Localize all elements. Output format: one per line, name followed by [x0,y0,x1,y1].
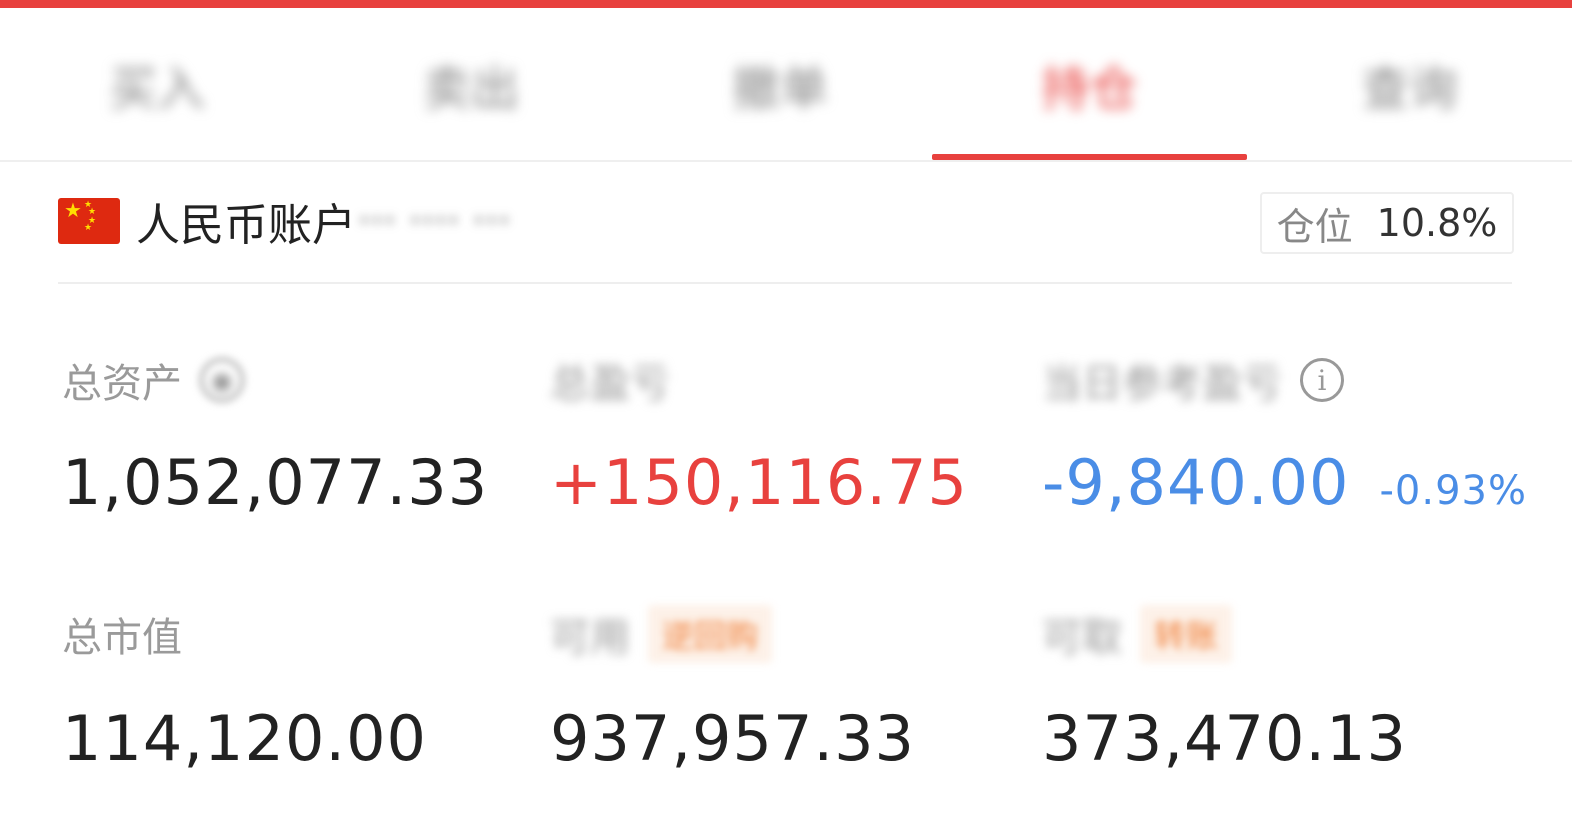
position-ratio-badge: 仓位 10.8% [1260,192,1514,254]
tab-holdings[interactable]: 持仓 [932,8,1247,160]
withdrawable-label: 可取 [1042,615,1122,661]
tab-query[interactable]: 查询 [1247,8,1572,160]
tab-cancel-label: 撤单 [731,61,828,117]
tab-sell-label: 卖出 [422,61,519,117]
china-flag-icon: ★ ★ ★ ★ ★ [58,198,120,244]
total-assets-value: 1,052,077.33 [62,446,489,519]
reverse-repo-tag[interactable]: 逆回购 [648,605,773,663]
stat-total-assets: 总资产 ◉ 1,052,077.33 [62,352,488,519]
total-pnl-value: +150,116.75 [550,446,968,519]
info-icon[interactable]: i [1300,358,1344,402]
withdrawable-value: 373,470.13 [1042,702,1407,775]
account-name: 人民币账户 [136,200,356,251]
stat-total-pnl: 总盈亏 +150,116.75 [550,352,968,519]
tab-cancel[interactable]: 撤单 [628,8,932,160]
account-row[interactable]: ★ ★ ★ ★ ★ 人民币账户 ··· ···· ··· 仓位 10.8% [58,162,1514,284]
tab-holdings-label: 持仓 [1041,61,1138,117]
stat-withdrawable: 可取 转账 373,470.13 [1042,605,1407,775]
tab-buy-label: 买入 [108,61,205,117]
trade-tabs: 买入 卖出 撤单 持仓 查询 [0,8,1572,162]
transfer-tag[interactable]: 转账 [1140,605,1233,663]
tab-query-label: 查询 [1361,61,1458,117]
total-pnl-label: 总盈亏 [550,361,670,407]
available-value: 937,957.33 [550,702,915,775]
position-label: 仓位 [1276,204,1353,249]
tab-sell[interactable]: 卖出 [314,8,628,160]
eye-icon[interactable]: ◉ [200,358,244,402]
stat-market-value: 总市值 114,120.00 [62,606,427,775]
today-pnl-value: -9,840.00 [1042,446,1350,519]
total-assets-label: 总资产 [62,361,182,407]
available-label: 可用 [550,615,630,661]
top-accent-strip [0,0,1572,8]
account-id: ··· ···· ··· [358,198,511,244]
today-pnl-label: 当日参考盈亏 [1042,361,1282,407]
market-value-label: 总市值 [62,615,182,661]
stat-today-pnl: 当日参考盈亏 i -9,840.00 -0.93% [1042,352,1527,519]
position-value: 10.8% [1376,201,1498,245]
today-pnl-percent: -0.93% [1379,468,1527,514]
active-tab-indicator [932,154,1247,160]
market-value-value: 114,120.00 [62,702,427,775]
stat-available: 可用 逆回购 937,957.33 [550,605,915,775]
tab-buy[interactable]: 买入 [0,8,314,160]
